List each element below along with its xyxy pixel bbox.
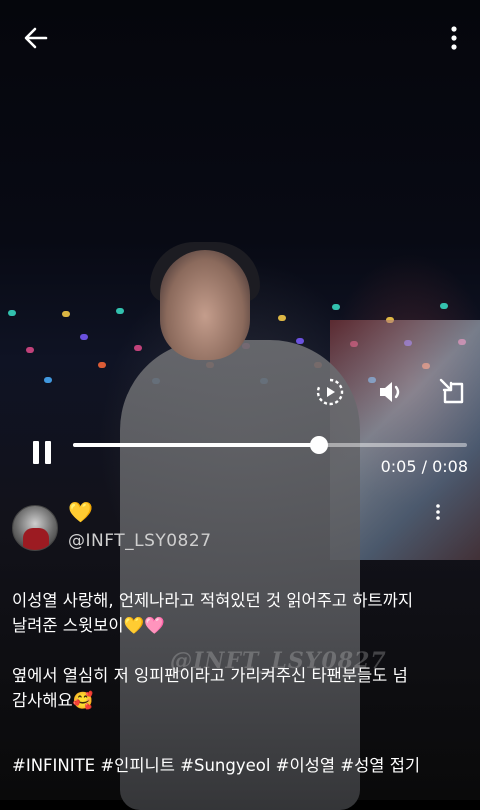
more-vertical-icon bbox=[436, 504, 440, 520]
display-name[interactable]: 💛 bbox=[68, 500, 93, 524]
seek-bar[interactable] bbox=[73, 436, 467, 454]
seek-bar-played bbox=[73, 443, 320, 447]
stage-light bbox=[296, 338, 304, 344]
stage-light bbox=[278, 315, 286, 321]
hashtags[interactable]: #INFINITE #인피니트 #Sungyeol #이성열 #성열 접기 bbox=[12, 752, 420, 776]
user-handle[interactable]: @INFT_LSY0827 bbox=[68, 531, 212, 551]
caption-line: 날려준 스윗보이💛🩷 bbox=[12, 616, 165, 635]
stage-light bbox=[440, 303, 448, 309]
stage-light bbox=[44, 377, 52, 383]
stage-light bbox=[62, 311, 70, 317]
top-bar bbox=[0, 0, 480, 72]
exit-fullscreen-button[interactable] bbox=[437, 376, 467, 406]
more-options-button[interactable] bbox=[448, 22, 460, 54]
more-vertical-icon bbox=[451, 26, 457, 50]
caption-line: 옆에서 열심히 저 잉피팬이라고 가리켜주신 타팬분들도 넘 bbox=[12, 666, 408, 685]
post-caption: 이성열 사랑해, 언제나라고 적혀있던 것 읽어주고 하트까지 날려준 스윗보이… bbox=[12, 588, 474, 713]
post-options-button[interactable] bbox=[434, 503, 442, 521]
stage-light bbox=[8, 310, 16, 316]
back-button[interactable] bbox=[20, 22, 52, 54]
pause-button[interactable] bbox=[30, 438, 56, 468]
caption-line: 이성열 사랑해, 언제나라고 적혀있던 것 읽어주고 하트까지 bbox=[12, 591, 414, 610]
time-display: 0:05 / 0:08 bbox=[380, 457, 468, 476]
caption-line: 감사해요🥰 bbox=[12, 691, 94, 710]
stage-light bbox=[134, 345, 142, 351]
stage-light bbox=[26, 347, 34, 353]
stage-light bbox=[98, 362, 106, 368]
arrow-left-icon bbox=[24, 27, 48, 49]
stage-light bbox=[116, 308, 124, 314]
replay-button[interactable] bbox=[315, 377, 345, 407]
exit-fullscreen-icon bbox=[439, 378, 464, 404]
volume-icon bbox=[380, 382, 400, 402]
performer-head bbox=[160, 250, 250, 360]
performer-body bbox=[120, 340, 360, 810]
replay-icon bbox=[316, 378, 344, 406]
stage-light bbox=[80, 334, 88, 340]
stage-light bbox=[332, 304, 340, 310]
avatar[interactable] bbox=[12, 505, 58, 551]
volume-button[interactable] bbox=[376, 377, 406, 407]
